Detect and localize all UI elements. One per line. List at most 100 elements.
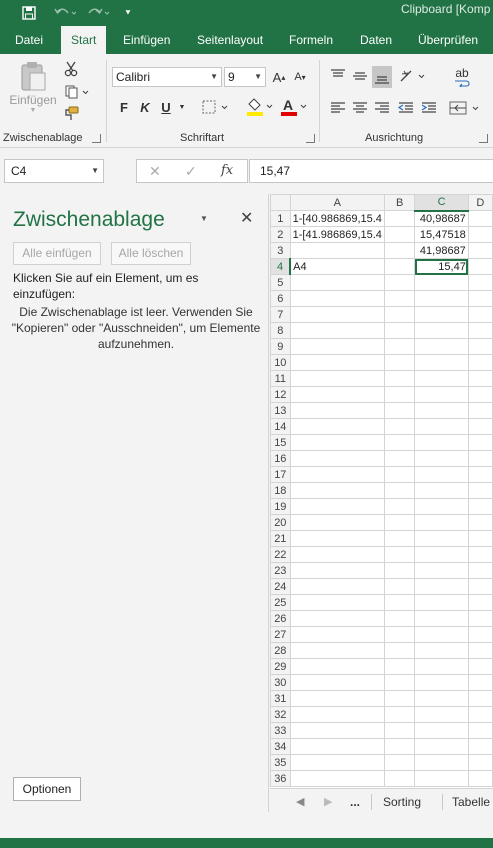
column-header-b[interactable]: B: [383, 194, 416, 211]
font-size-select[interactable]: 9 ▼: [224, 67, 266, 87]
cell-a16[interactable]: [289, 450, 385, 467]
cell-c5[interactable]: [414, 274, 469, 291]
row-header[interactable]: 35: [270, 754, 291, 771]
row-header[interactable]: 5: [270, 274, 291, 291]
font-color-button[interactable]: A: [278, 96, 310, 118]
align-bottom-icon[interactable]: [372, 66, 392, 88]
decrease-indent-icon[interactable]: [396, 98, 416, 118]
cell-d16[interactable]: [467, 450, 493, 467]
cell-d14[interactable]: [467, 418, 493, 435]
fill-color-button[interactable]: [244, 96, 276, 118]
row-header[interactable]: 28: [270, 642, 291, 659]
row-header[interactable]: 22: [270, 546, 291, 563]
cell-b30[interactable]: [383, 674, 416, 691]
cell-d29[interactable]: [467, 658, 493, 675]
row-header[interactable]: 30: [270, 674, 291, 691]
cell-c2[interactable]: 15,47518: [414, 226, 469, 243]
cell-c17[interactable]: [414, 466, 469, 483]
cell-b15[interactable]: [383, 434, 416, 451]
more-sheets-button[interactable]: ...: [350, 789, 360, 815]
row-header[interactable]: 21: [270, 530, 291, 547]
cell-a6[interactable]: [289, 290, 385, 307]
cell-a34[interactable]: [289, 738, 385, 755]
cell-c28[interactable]: [414, 642, 469, 659]
cell-a36[interactable]: [289, 770, 385, 787]
cell-d11[interactable]: [467, 370, 493, 387]
cell-a7[interactable]: [289, 306, 385, 323]
cell-d8[interactable]: [467, 322, 493, 339]
row-header[interactable]: 33: [270, 722, 291, 739]
underline-dropdown-icon[interactable]: ▼: [176, 98, 188, 116]
align-center-icon[interactable]: [350, 98, 370, 118]
redo-icon[interactable]: [84, 0, 114, 26]
cell-c24[interactable]: [414, 578, 469, 595]
row-header[interactable]: 34: [270, 738, 291, 755]
row-header[interactable]: 10: [270, 354, 291, 371]
cell-a4[interactable]: A4: [289, 258, 385, 275]
cell-d1[interactable]: [467, 210, 493, 227]
cell-d2[interactable]: [467, 226, 493, 243]
cell-b17[interactable]: [383, 466, 416, 483]
row-header[interactable]: 16: [270, 450, 291, 467]
increase-indent-icon[interactable]: [419, 98, 439, 118]
cell-a9[interactable]: [289, 338, 385, 355]
cell-d31[interactable]: [467, 690, 493, 707]
cell-d19[interactable]: [467, 498, 493, 515]
cell-c18[interactable]: [414, 482, 469, 499]
cell-d15[interactable]: [467, 434, 493, 451]
clipboard-launcher-icon[interactable]: [92, 134, 101, 143]
row-header[interactable]: 11: [270, 370, 291, 387]
row-header[interactable]: 31: [270, 690, 291, 707]
cell-c16[interactable]: [414, 450, 469, 467]
cell-b5[interactable]: [383, 274, 416, 291]
cell-d36[interactable]: [467, 770, 493, 787]
cell-d12[interactable]: [467, 386, 493, 403]
cell-c20[interactable]: [414, 514, 469, 531]
cell-c31[interactable]: [414, 690, 469, 707]
cell-c6[interactable]: [414, 290, 469, 307]
wrap-text-button[interactable]: ab: [450, 64, 474, 90]
cell-b29[interactable]: [383, 658, 416, 675]
cell-b9[interactable]: [383, 338, 416, 355]
cell-b21[interactable]: [383, 530, 416, 547]
cell-a29[interactable]: [289, 658, 385, 675]
cell-c22[interactable]: [414, 546, 469, 563]
cell-a11[interactable]: [289, 370, 385, 387]
cell-a31[interactable]: [289, 690, 385, 707]
align-middle-icon[interactable]: [350, 66, 370, 86]
cell-c10[interactable]: [414, 354, 469, 371]
cell-c8[interactable]: [414, 322, 469, 339]
cell-c21[interactable]: [414, 530, 469, 547]
row-header[interactable]: 26: [270, 610, 291, 627]
cell-b13[interactable]: [383, 402, 416, 419]
cell-b32[interactable]: [383, 706, 416, 723]
row-header[interactable]: 19: [270, 498, 291, 515]
cell-d23[interactable]: [467, 562, 493, 579]
cell-d24[interactable]: [467, 578, 493, 595]
row-header[interactable]: 25: [270, 594, 291, 611]
cell-c29[interactable]: [414, 658, 469, 675]
cell-b3[interactable]: [383, 242, 416, 259]
row-header[interactable]: 36: [270, 770, 291, 787]
merge-center-icon[interactable]: [448, 98, 484, 118]
cell-c3[interactable]: 41,98687: [414, 242, 469, 259]
cut-icon[interactable]: [62, 60, 80, 78]
clear-all-button[interactable]: Alle löschen: [111, 242, 191, 265]
cell-a20[interactable]: [289, 514, 385, 531]
cell-d25[interactable]: [467, 594, 493, 611]
cell-c14[interactable]: [414, 418, 469, 435]
row-header[interactable]: 6: [270, 290, 291, 307]
cell-d7[interactable]: [467, 306, 493, 323]
cell-b8[interactable]: [383, 322, 416, 339]
cell-b22[interactable]: [383, 546, 416, 563]
row-header[interactable]: 29: [270, 658, 291, 675]
shrink-font-button[interactable]: A ▾: [291, 68, 309, 86]
cell-a8[interactable]: [289, 322, 385, 339]
tab-daten[interactable]: Daten: [360, 26, 392, 54]
cell-b7[interactable]: [383, 306, 416, 323]
cell-a25[interactable]: [289, 594, 385, 611]
prev-sheet-icon[interactable]: ◀: [296, 789, 304, 815]
cell-c23[interactable]: [414, 562, 469, 579]
cell-c27[interactable]: [414, 626, 469, 643]
row-header[interactable]: 3: [270, 242, 291, 259]
